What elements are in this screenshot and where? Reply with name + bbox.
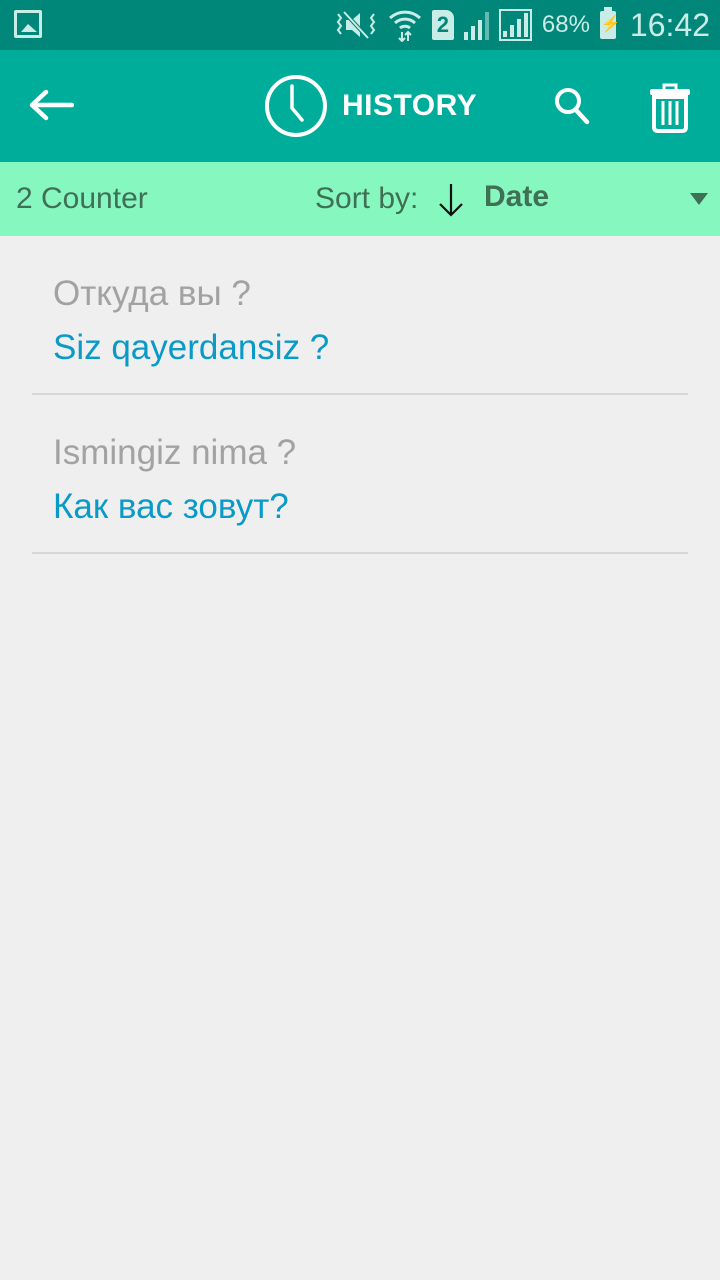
history-list: Откуда вы ? Siz qayerdansiz ? Ismingiz n… [32, 236, 688, 554]
vibrate-mute-icon [334, 10, 378, 40]
signal-icon [463, 10, 489, 40]
history-counter: 2 Counter [16, 182, 148, 215]
history-translation-text: Как вас зовут? [53, 487, 289, 526]
history-source-text: Откуда вы ? [53, 274, 251, 313]
sort-by-label: Sort by: [315, 182, 419, 215]
status-time: 16:42 [629, 6, 710, 43]
trash-icon [650, 83, 690, 133]
sort-bar: 2 Counter Sort by: Date [0, 162, 720, 236]
delete-all-button[interactable] [644, 80, 696, 136]
history-item[interactable]: Откуда вы ? Siz qayerdansiz ? [32, 236, 688, 395]
sort-direction-toggle[interactable] [436, 182, 466, 218]
history-source-text: Ismingiz nima ? [53, 433, 297, 472]
arrow-down-icon [439, 184, 463, 217]
sim-2-icon: 2 [431, 10, 454, 40]
search-button[interactable] [548, 82, 596, 130]
battery-charging-icon [599, 7, 621, 39]
history-translation-text: Siz qayerdansiz ? [53, 328, 330, 367]
page-title: HISTORY [264, 74, 477, 138]
status-bar: 2 68% 16:42 [0, 0, 720, 50]
app-bar: HISTORY [0, 50, 720, 162]
sort-field-value: Date [484, 180, 550, 213]
wifi-icon [388, 8, 422, 42]
status-icons: 2 68% 16:42 [334, 0, 710, 50]
arrow-left-icon [29, 89, 74, 121]
page-title-text: HISTORY [342, 89, 478, 122]
image-notification-icon [14, 10, 42, 38]
signal-boxed-icon [498, 9, 532, 41]
history-item[interactable]: Ismingiz nima ? Как вас зовут? [32, 395, 688, 554]
clock-icon [265, 75, 327, 137]
dropdown-arrow-icon [690, 193, 708, 205]
search-icon [555, 88, 590, 125]
battery-percent: 68% [541, 11, 590, 38]
back-button[interactable] [26, 80, 76, 130]
